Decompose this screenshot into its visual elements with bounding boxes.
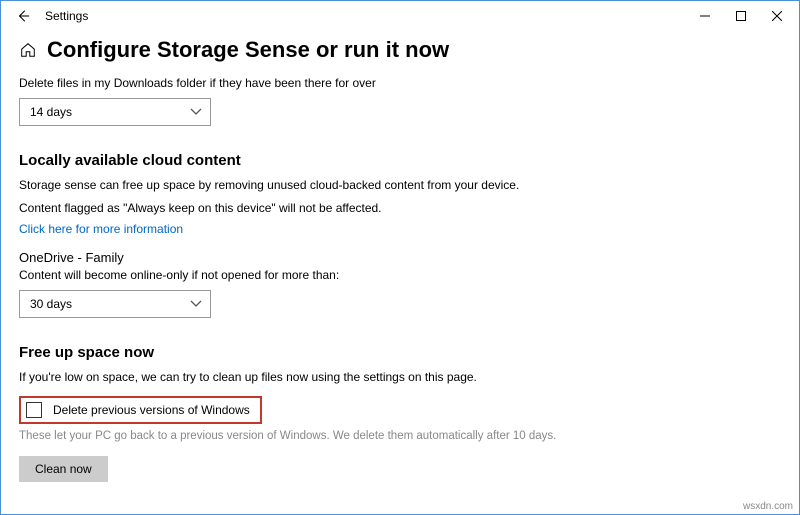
clean-now-button[interactable]: Clean now <box>19 456 108 482</box>
home-icon[interactable] <box>19 41 37 59</box>
free-up-heading: Free up space now <box>19 344 703 361</box>
onedrive-age-select[interactable]: 30 days <box>19 290 211 318</box>
delete-previous-versions-label: Delete previous versions of Windows <box>53 403 250 417</box>
cloud-line2: Content flagged as "Always keep on this … <box>19 200 703 217</box>
back-button[interactable] <box>5 1 41 31</box>
watermark: wsxdn.com <box>743 501 793 512</box>
cloud-line1: Storage sense can free up space by remov… <box>19 177 703 194</box>
chevron-down-icon <box>190 105 202 119</box>
free-up-explain: These let your PC go back to a previous … <box>19 428 703 444</box>
page-header: Configure Storage Sense or run it now <box>19 37 703 63</box>
maximize-icon <box>736 11 746 21</box>
downloads-age-value: 14 days <box>30 105 72 119</box>
maximize-button[interactable] <box>723 2 759 30</box>
settings-window: Settings <box>0 0 800 515</box>
onedrive-heading: OneDrive - Family <box>19 250 703 265</box>
minimize-button[interactable] <box>687 2 723 30</box>
downloads-label: Delete files in my Downloads folder if t… <box>19 75 703 92</box>
arrow-left-icon <box>16 9 30 23</box>
onedrive-age-value: 30 days <box>30 297 72 311</box>
close-button[interactable] <box>759 2 795 30</box>
chevron-down-icon <box>190 297 202 311</box>
delete-previous-versions-checkbox[interactable]: Delete previous versions of Windows <box>19 396 262 424</box>
minimize-icon <box>700 11 710 21</box>
titlebar: Settings <box>1 1 799 31</box>
onedrive-label: Content will become online-only if not o… <box>19 267 703 284</box>
cloud-more-info-link[interactable]: Click here for more information <box>19 222 703 236</box>
window-controls <box>687 2 795 30</box>
cloud-content-heading: Locally available cloud content <box>19 152 703 169</box>
content-area: Configure Storage Sense or run it now De… <box>1 31 721 492</box>
checkbox-box-icon <box>26 402 42 418</box>
free-up-intro: If you're low on space, we can try to cl… <box>19 369 703 386</box>
app-title: Settings <box>41 9 88 23</box>
close-icon <box>772 11 782 21</box>
page-title: Configure Storage Sense or run it now <box>47 37 449 63</box>
downloads-age-select[interactable]: 14 days <box>19 98 211 126</box>
